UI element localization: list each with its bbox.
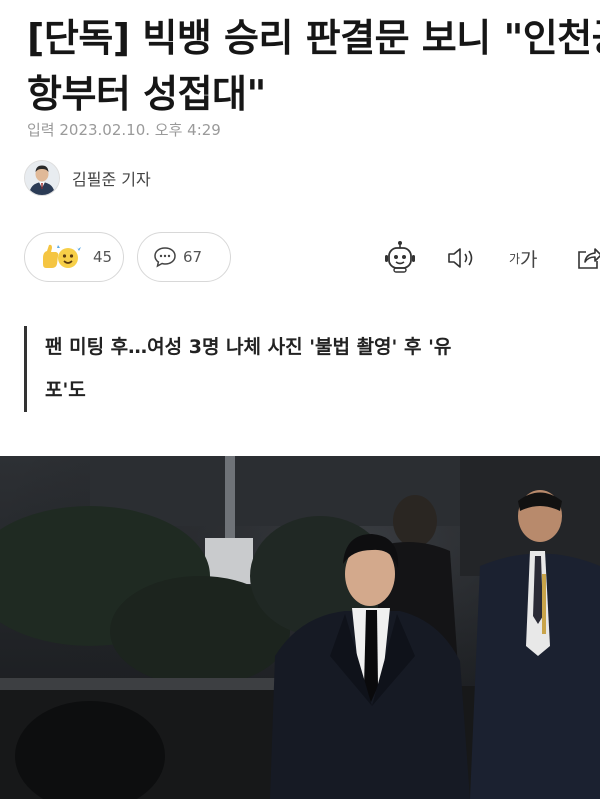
comment-button[interactable]: 67: [137, 232, 231, 282]
speaker-icon: [448, 248, 473, 268]
subheadline-line-2: 포'도: [45, 379, 86, 401]
emoji-reaction-icon: [43, 244, 81, 268]
comment-count: 67: [183, 248, 203, 266]
share-icon: [578, 248, 600, 269]
news-photo-image: [0, 456, 600, 799]
reporter-name[interactable]: 김필준 기자: [72, 166, 151, 190]
ai-summary-button[interactable]: [382, 240, 418, 276]
article-action-bar: 45 67 가가: [24, 232, 600, 284]
read-aloud-button[interactable]: [444, 240, 478, 276]
robot-summary-icon: [385, 241, 415, 273]
reaction-button[interactable]: 45: [24, 232, 124, 282]
comment-bubble-icon: [154, 247, 176, 268]
subheadline-line-1: 팬 미팅 후…여성 3명 나체 사진 '불법 촬영' 후 '유: [45, 336, 452, 358]
font-size-icon-large: 가: [520, 248, 538, 271]
article-photo[interactable]: [0, 456, 600, 799]
reaction-count: 45: [93, 248, 113, 266]
share-button[interactable]: [574, 240, 600, 276]
font-size-button[interactable]: 가가: [509, 240, 538, 276]
reporter-portrait-icon: [25, 161, 59, 195]
reporter-avatar[interactable]: [24, 160, 60, 196]
article-headline: [단독] 빅뱅 승리 판결문 보니 "인천공 항부터 성접대": [27, 10, 600, 122]
headline-line-1: [단독] 빅뱅 승리 판결문 보니 "인천공: [27, 16, 600, 60]
headline-line-2: 항부터 성접대": [27, 72, 266, 116]
font-size-icon-small: 가: [509, 251, 521, 266]
byline[interactable]: 김필준 기자: [24, 160, 151, 196]
published-date: 입력 2023.02.10. 오후 4:29: [27, 121, 221, 139]
article-subheadline: 팬 미팅 후…여성 3명 나체 사진 '불법 촬영' 후 '유 포'도: [24, 326, 594, 412]
